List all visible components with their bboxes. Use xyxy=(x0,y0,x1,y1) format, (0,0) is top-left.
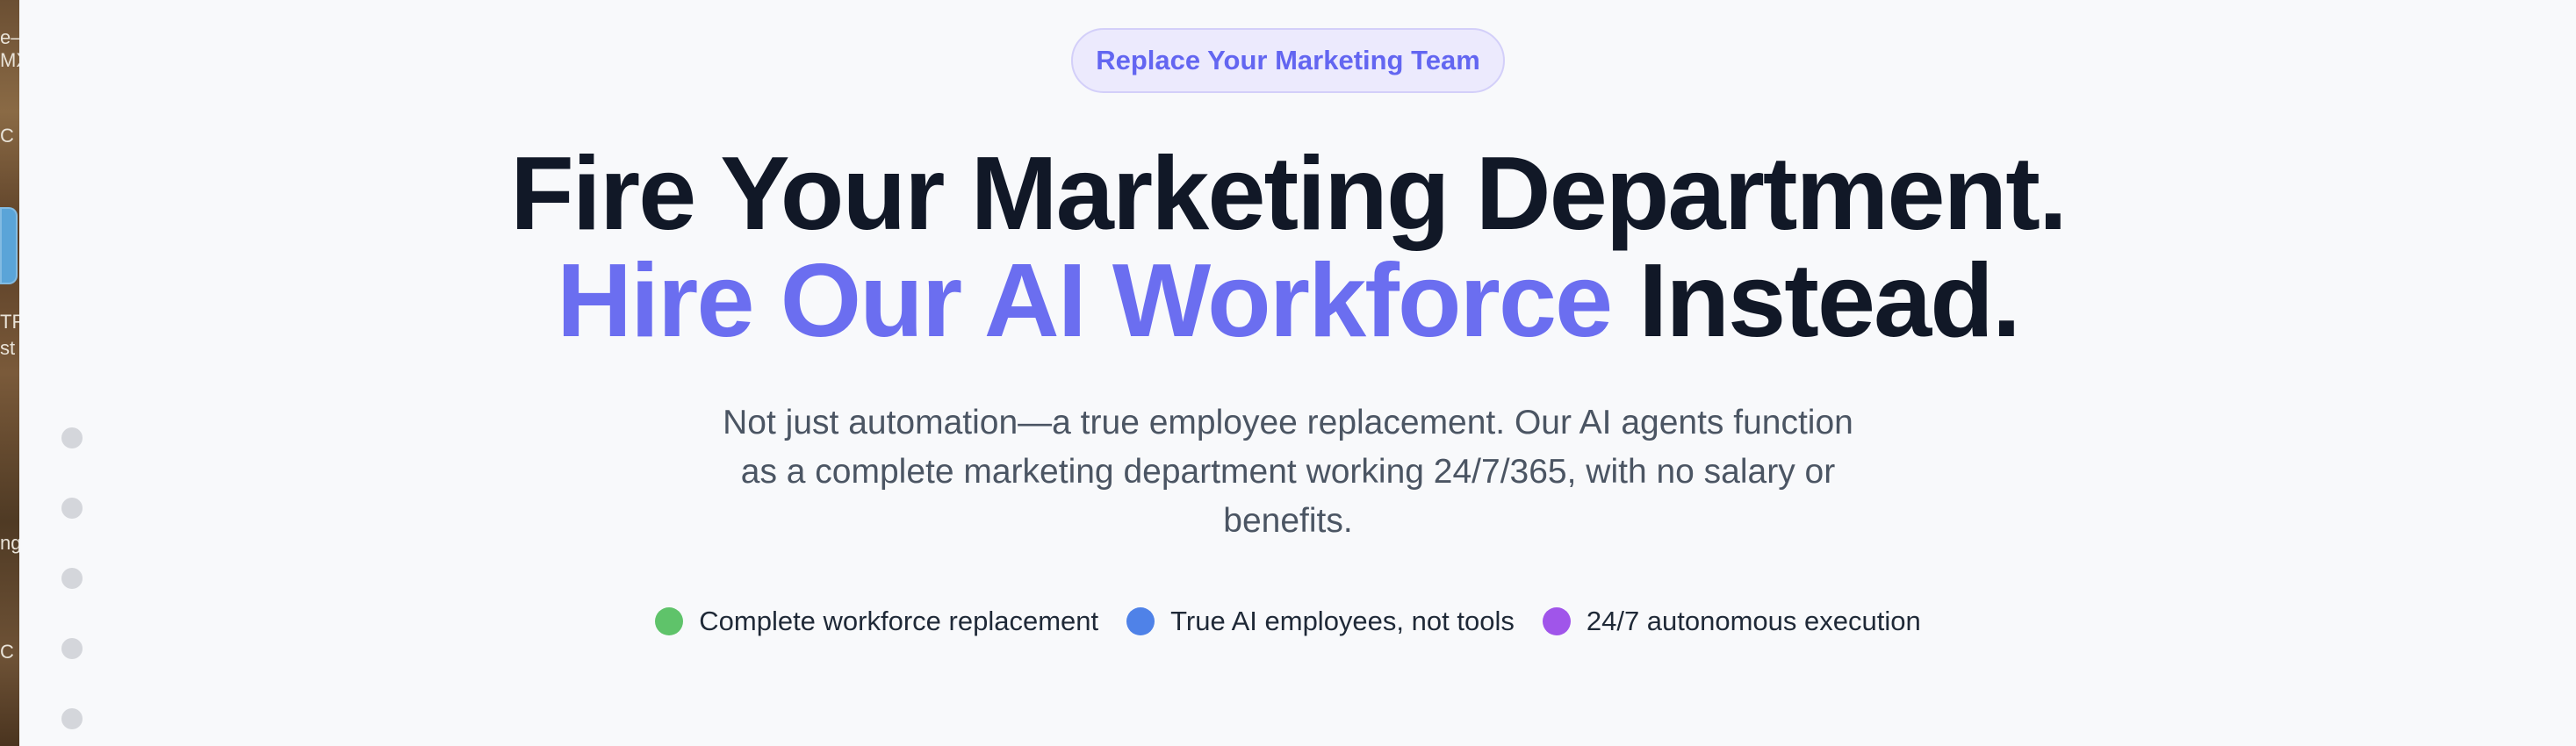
hero-headline: Fire Your Marketing Department. Hire Our… xyxy=(510,140,2068,355)
feature-label: 24/7 autonomous execution xyxy=(1586,606,1921,636)
headline-accent: Hire Our AI Workforce xyxy=(557,242,1613,359)
feature-list: Complete workforce replacement True AI e… xyxy=(641,606,1934,637)
feature-label: Complete workforce replacement xyxy=(699,606,1099,636)
purple-dot-icon xyxy=(1542,607,1571,635)
green-dot-icon xyxy=(655,607,684,635)
headline-line-2-rest: Instead. xyxy=(1611,242,2021,359)
headline-line-1: Fire Your Marketing Department. xyxy=(510,135,2068,252)
blue-dot-icon xyxy=(1126,607,1155,635)
feature-item: True AI employees, not tools xyxy=(1126,606,1515,637)
feature-item: 24/7 autonomous execution xyxy=(1542,606,1921,637)
feature-item: Complete workforce replacement xyxy=(655,606,1098,637)
feature-label: True AI employees, not tools xyxy=(1170,606,1515,636)
hero-section: Replace Your Marketing Team Fire Your Ma… xyxy=(0,0,2576,746)
hero-subtitle: Not just automation—a true employee repl… xyxy=(723,404,1853,540)
hero-badge: Replace Your Marketing Team xyxy=(1071,28,1505,93)
